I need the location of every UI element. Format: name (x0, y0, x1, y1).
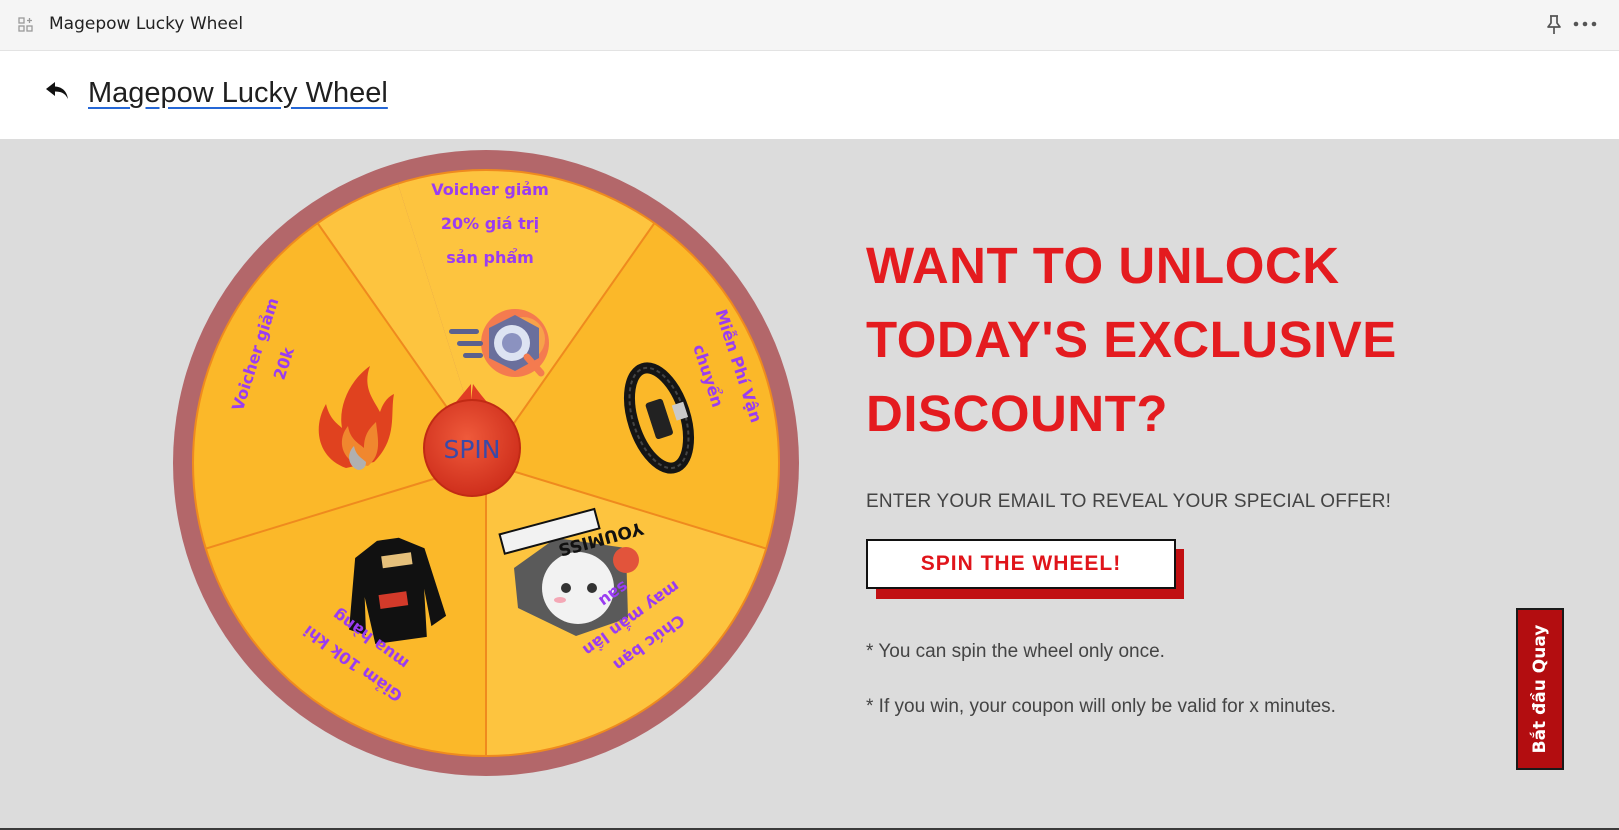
spin-button-wrap: SPIN THE WHEEL! (866, 539, 1186, 601)
start-spin-side-tab[interactable]: Bắt đầu Quay (1516, 608, 1564, 770)
pin-icon[interactable] (1544, 14, 1564, 36)
lucky-wheel-stage: YOUMISS SPIN Voicher giảm 20% giá trị sả… (0, 139, 1619, 830)
note-coupon-validity: * If you win, your coupon will only be v… (866, 696, 1336, 717)
page-header: Magepow Lucky Wheel (0, 51, 1619, 139)
window-title: Magepow Lucky Wheel (49, 14, 244, 34)
headline-line-3: DISCOUNT? (866, 385, 1168, 442)
headline-line-2: TODAY'S EXCLUSIVE (866, 311, 1397, 368)
window-titlebar: Magepow Lucky Wheel (0, 0, 1619, 51)
spin-center-label: SPIN (443, 435, 500, 464)
promo-subline: ENTER YOUR EMAIL TO REVEAL YOUR SPECIAL … (866, 491, 1392, 512)
more-horizontal-icon[interactable] (1571, 13, 1599, 35)
promo-headline: WANT TO UNLOCK TODAY'S EXCLUSIVE DISCOUN… (866, 229, 1566, 451)
side-tab-label: Bắt đầu Quay (1530, 624, 1550, 754)
page-title[interactable]: Magepow Lucky Wheel (88, 77, 388, 110)
headline-line-1: WANT TO UNLOCK (866, 237, 1340, 294)
segment-label-1: Voicher giảm 20% giá trị sản phẩm (431, 180, 549, 267)
app-grid-icon (18, 17, 33, 32)
back-arrow-icon[interactable] (44, 79, 70, 103)
spin-the-wheel-button[interactable]: SPIN THE WHEEL! (866, 539, 1176, 589)
note-spin-once: * You can spin the wheel only once. (866, 641, 1165, 662)
